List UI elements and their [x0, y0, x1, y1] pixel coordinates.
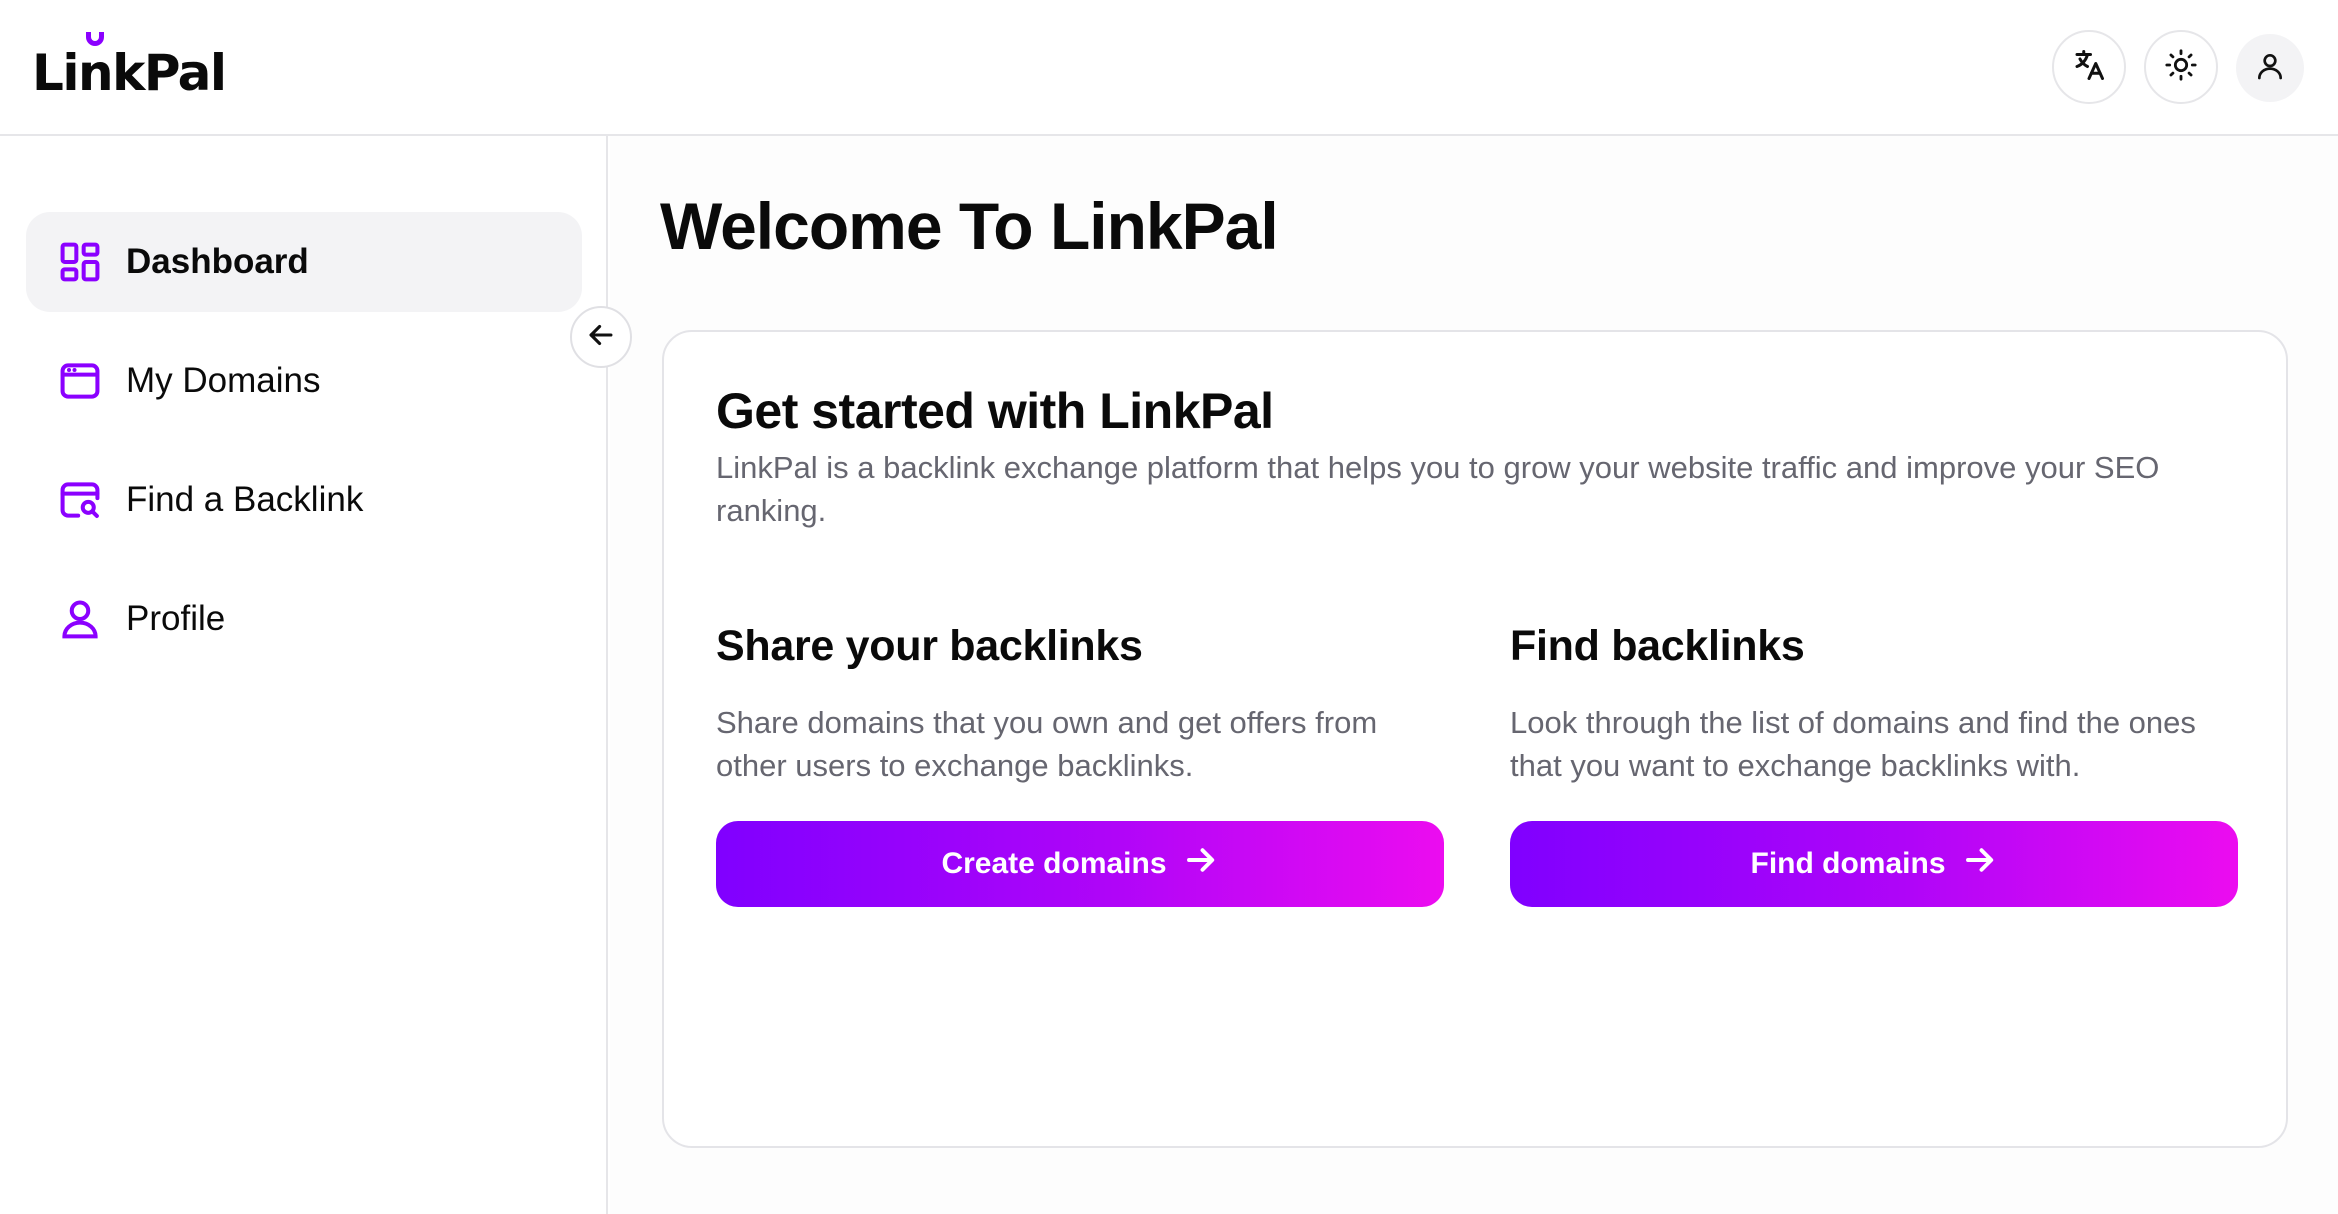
browser-window-icon — [56, 357, 104, 405]
get-started-card: Get started with LinkPal LinkPal is a ba… — [662, 330, 2288, 1148]
dashboard-icon — [56, 238, 104, 286]
user-icon — [2254, 50, 2286, 87]
sidebar-item-my-domains[interactable]: My Domains — [26, 331, 582, 431]
logo-text-accent: n — [78, 32, 114, 98]
account-button[interactable] — [2236, 34, 2304, 102]
section-heading: Find backlinks — [1510, 622, 1805, 670]
sidebar-item-find-backlink[interactable]: Find a Backlink — [26, 450, 582, 550]
window-search-icon — [56, 476, 104, 524]
sun-icon — [2164, 48, 2198, 87]
user-icon — [56, 595, 104, 643]
sidebar-item-label: Dashboard — [126, 242, 309, 281]
sidebar-collapse-button[interactable] — [570, 306, 632, 368]
sidebar: Dashboard My Domains Find a Backlink Pro… — [0, 136, 608, 1214]
linkpal-logo[interactable]: Li n kPal — [32, 32, 227, 102]
create-domains-button[interactable]: Create domains — [716, 821, 1444, 907]
sidebar-item-label: My Domains — [126, 361, 321, 400]
section-heading: Share your backlinks — [716, 622, 1143, 670]
page-title: Welcome To LinkPal — [660, 189, 1279, 263]
section-text: Share domains that you own and get offer… — [716, 705, 1378, 783]
sidebar-item-label: Profile — [126, 599, 226, 638]
sidebar-item-profile[interactable]: Profile — [26, 569, 582, 669]
logo-text-end: kPal — [112, 44, 227, 102]
arrow-right-icon — [1183, 842, 1219, 886]
arrow-right-icon — [1962, 842, 1998, 886]
find-domains-button[interactable]: Find domains — [1510, 821, 2238, 907]
card-title: Get started with LinkPal — [716, 383, 1274, 439]
section-text: Look through the list of domains and fin… — [1510, 705, 2196, 783]
translate-button[interactable] — [2052, 30, 2126, 104]
main-content: Welcome To LinkPal Get started with Link… — [610, 136, 2338, 1214]
translate-icon — [2071, 47, 2107, 88]
sidebar-item-dashboard[interactable]: Dashboard — [26, 212, 582, 312]
find-backlinks-section: Find backlinks Look through the list of … — [1510, 622, 2238, 907]
card-description: LinkPal is a backlink exchange platform … — [716, 450, 2160, 528]
sidebar-item-label: Find a Backlink — [126, 480, 364, 519]
top-header: Li n kPal — [0, 0, 2338, 136]
button-label: Create domains — [941, 847, 1167, 880]
share-backlinks-section: Share your backlinks Share domains that … — [716, 622, 1444, 907]
arrow-left-icon — [584, 318, 618, 357]
button-label: Find domains — [1750, 847, 1946, 880]
theme-toggle-button[interactable] — [2144, 30, 2218, 104]
logo-text-start: Li — [32, 44, 80, 102]
